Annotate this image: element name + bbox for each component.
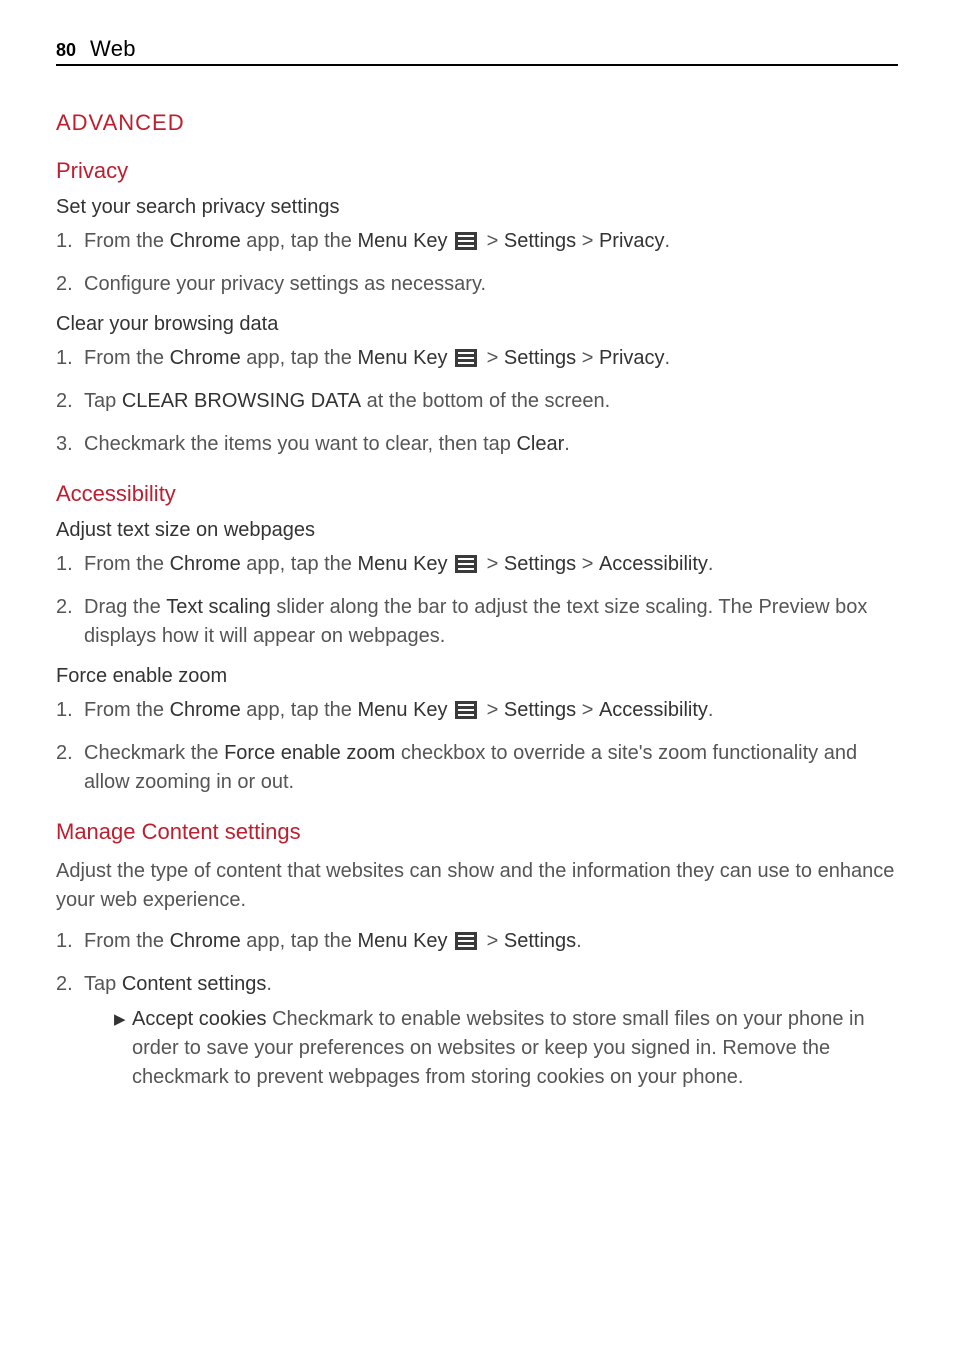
subtitle-search-privacy: Set your search privacy settings bbox=[56, 196, 898, 219]
step-body: From the Chrome app, tap the Menu Key > … bbox=[84, 696, 898, 725]
step-item: 2. Tap Content settings. ▶ Accept cookie… bbox=[56, 970, 898, 1096]
subtitle-force-zoom: Force enable zoom bbox=[56, 665, 898, 688]
step-number: 1. bbox=[56, 227, 84, 256]
step-item: 1. From the Chrome app, tap the Menu Key… bbox=[56, 696, 898, 725]
step-item: 2. Configure your privacy settings as ne… bbox=[56, 270, 898, 299]
heading-advanced: ADVANCED bbox=[56, 110, 898, 136]
sublist-item: ▶ Accept cookies Checkmark to enable web… bbox=[114, 1005, 898, 1092]
menu-key-icon bbox=[455, 932, 477, 950]
step-body: From the Chrome app, tap the Menu Key > … bbox=[84, 227, 898, 256]
steps-manage-content: 1. From the Chrome app, tap the Menu Key… bbox=[56, 927, 898, 1096]
step-number: 2. bbox=[56, 970, 84, 1096]
steps-text-size: 1. From the Chrome app, tap the Menu Key… bbox=[56, 550, 898, 651]
subtitle-text-size: Adjust text size on webpages bbox=[56, 519, 898, 542]
menu-key-icon bbox=[455, 555, 477, 573]
step-number: 2. bbox=[56, 593, 84, 651]
step-body: Configure your privacy settings as neces… bbox=[84, 270, 898, 299]
heading-manage-content: Manage Content settings bbox=[56, 819, 898, 845]
step-item: 2. Checkmark the Force enable zoom check… bbox=[56, 739, 898, 797]
step-body: From the Chrome app, tap the Menu Key > … bbox=[84, 550, 898, 579]
step-body: Checkmark the Force enable zoom checkbox… bbox=[84, 739, 898, 797]
step-item: 3. Checkmark the items you want to clear… bbox=[56, 430, 898, 459]
step-item: 1. From the Chrome app, tap the Menu Key… bbox=[56, 344, 898, 373]
menu-key-icon bbox=[455, 232, 477, 250]
manual-page: 80 Web ADVANCED Privacy Set your search … bbox=[0, 0, 954, 1150]
step-body: Checkmark the items you want to clear, t… bbox=[84, 430, 898, 459]
menu-key-icon bbox=[455, 349, 477, 367]
steps-force-zoom: 1. From the Chrome app, tap the Menu Key… bbox=[56, 696, 898, 797]
step-number: 2. bbox=[56, 739, 84, 797]
page-header: 80 Web bbox=[56, 36, 898, 66]
steps-search-privacy: 1. From the Chrome app, tap the Menu Key… bbox=[56, 227, 898, 299]
content-settings-sublist: ▶ Accept cookies Checkmark to enable web… bbox=[84, 1005, 898, 1092]
manage-content-intro: Adjust the type of content that websites… bbox=[56, 857, 898, 915]
subtitle-clear-data: Clear your browsing data bbox=[56, 313, 898, 336]
step-number: 1. bbox=[56, 696, 84, 725]
step-body: From the Chrome app, tap the Menu Key > … bbox=[84, 344, 898, 373]
step-number: 3. bbox=[56, 430, 84, 459]
steps-clear-data: 1. From the Chrome app, tap the Menu Key… bbox=[56, 344, 898, 459]
step-item: 2. Drag the Text scaling slider along th… bbox=[56, 593, 898, 651]
step-item: 2. Tap CLEAR BROWSING DATA at the bottom… bbox=[56, 387, 898, 416]
menu-key-icon bbox=[455, 701, 477, 719]
step-number: 1. bbox=[56, 927, 84, 956]
step-number: 2. bbox=[56, 270, 84, 299]
heading-privacy: Privacy bbox=[56, 158, 898, 184]
step-item: 1. From the Chrome app, tap the Menu Key… bbox=[56, 227, 898, 256]
page-number: 80 bbox=[56, 40, 76, 61]
step-body: Tap CLEAR BROWSING DATA at the bottom of… bbox=[84, 387, 898, 416]
step-body: Tap Content settings. ▶ Accept cookies C… bbox=[84, 970, 898, 1096]
step-item: 1. From the Chrome app, tap the Menu Key… bbox=[56, 927, 898, 956]
triangle-bullet-icon: ▶ bbox=[114, 1005, 132, 1092]
header-title: Web bbox=[90, 36, 136, 62]
sublist-body: Accept cookies Checkmark to enable websi… bbox=[132, 1005, 898, 1092]
step-item: 1. From the Chrome app, tap the Menu Key… bbox=[56, 550, 898, 579]
step-body: From the Chrome app, tap the Menu Key > … bbox=[84, 927, 898, 956]
step-body: Drag the Text scaling slider along the b… bbox=[84, 593, 898, 651]
step-number: 1. bbox=[56, 550, 84, 579]
step-number: 2. bbox=[56, 387, 84, 416]
heading-accessibility: Accessibility bbox=[56, 481, 898, 507]
step-number: 1. bbox=[56, 344, 84, 373]
